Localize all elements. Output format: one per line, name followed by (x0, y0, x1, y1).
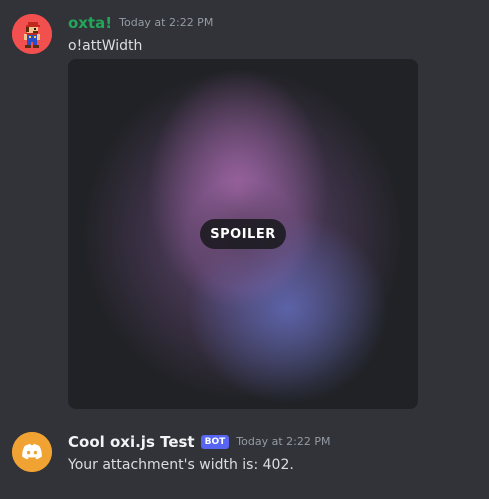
message-content: Your attachment's width is: 402. (68, 457, 294, 473)
chat-messages: oxta! Today at 2:22 PM o!attWidth SPOILE… (0, 0, 489, 499)
username[interactable]: Cool oxi.js Test (68, 433, 195, 451)
message-header: oxta! Today at 2:22 PM (68, 14, 213, 32)
mario-pixel-avatar-icon (12, 14, 52, 54)
message-content: o!attWidth (68, 38, 143, 54)
message-header: Cool oxi.js Test BOT Today at 2:22 PM (68, 433, 330, 451)
spoiler-image-attachment[interactable]: SPOILER (68, 59, 418, 409)
discord-logo-icon (12, 432, 52, 472)
user-avatar[interactable] (12, 14, 52, 54)
username[interactable]: oxta! (68, 14, 112, 32)
bot-badge: BOT (200, 435, 230, 449)
bot-avatar[interactable] (12, 432, 52, 472)
spoiler-label: SPOILER (200, 219, 286, 249)
timestamp: Today at 2:22 PM (236, 435, 331, 448)
timestamp: Today at 2:22 PM (119, 16, 214, 29)
